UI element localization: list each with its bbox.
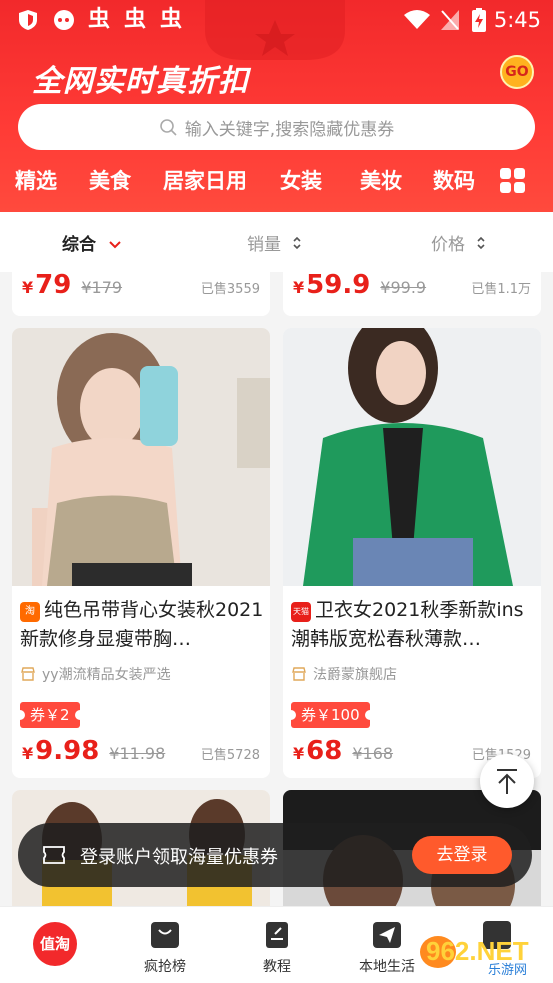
chat-icon	[54, 10, 74, 30]
sort-comprehensive[interactable]: 综合	[62, 230, 122, 255]
tab-home[interactable]: 值淘	[10, 907, 100, 983]
product-title-text: 纯色吊带背心女装秋2021新款修身显瘦带胸…	[20, 599, 264, 650]
category-tab[interactable]: 女装	[280, 163, 322, 199]
sort-label: 销量	[247, 235, 281, 255]
original-price: ¥99.9	[380, 278, 427, 297]
sort-bar: 综合 销量 价格	[0, 212, 553, 272]
tab-tutorial[interactable]: 教程	[232, 907, 322, 983]
sold-count: 已售5728	[200, 748, 260, 763]
banner-title: 全网实时真折扣	[32, 64, 249, 99]
document-icon	[266, 922, 288, 948]
product-title: 天猫 卫衣女2021秋季新款ins潮韩版宽松春秋薄款…	[291, 596, 535, 654]
search-bar[interactable]: 输入关键字,搜索隐藏优惠券	[18, 104, 535, 150]
shop-name: 法爵蒙旗舰店	[291, 664, 397, 684]
category-tab[interactable]: 数码	[433, 163, 475, 199]
sort-sales[interactable]: 销量	[247, 230, 302, 255]
price-row: ¥ 9.98 ¥11.98 已售5728	[22, 736, 260, 766]
battery-charging-icon	[472, 8, 486, 32]
bug-icon: 虫	[124, 7, 147, 32]
sort-updown-icon	[293, 236, 301, 250]
watermark-text: 962.NET	[426, 936, 529, 966]
watermark-logo: 962.NET 乐游网	[418, 928, 548, 978]
original-price: ¥11.98	[109, 744, 166, 763]
go-badge[interactable]: GO	[500, 55, 534, 89]
shield-icon	[19, 10, 37, 30]
currency-symbol: ¥	[22, 744, 34, 763]
product-image	[283, 328, 541, 586]
category-tabs: 精选 美食 居家日用 女装 美妆 数码	[0, 163, 553, 201]
status-bar: 虫 虫 虫 5:45	[0, 0, 553, 40]
currency-symbol: ¥	[293, 744, 305, 763]
taobao-badge-icon: 淘	[20, 602, 40, 622]
tmall-badge-icon: 天猫	[291, 602, 311, 622]
price: 68	[306, 736, 343, 766]
ticket-icon	[43, 846, 65, 864]
product-card[interactable]: ¥ 79 ¥179 已售3559	[12, 272, 270, 316]
tab-label: 教程	[263, 959, 291, 975]
sort-label: 价格	[431, 235, 465, 255]
bug-icon: 虫	[160, 7, 183, 32]
category-tab[interactable]: 美妆	[360, 163, 402, 199]
coupon-tag[interactable]: 券￥100	[286, 702, 375, 728]
back-to-top-button[interactable]	[480, 754, 534, 808]
price-row: ¥ 79 ¥179 已售3559	[22, 272, 260, 300]
home-logo: 值淘	[33, 922, 77, 966]
product-feed[interactable]: ¥ 79 ¥179 已售3559 ¥ 59.9 ¥99.9 已售1.1万 淘 纯…	[0, 272, 553, 906]
sort-label: 综合	[62, 235, 96, 255]
login-prompt: 登录账户领取海量优惠券	[80, 847, 278, 868]
currency-symbol: ¥	[22, 278, 34, 297]
shop-icon	[292, 667, 306, 681]
product-image	[12, 328, 270, 586]
category-tab[interactable]: 居家日用	[163, 163, 247, 199]
paper-plane-icon	[373, 922, 401, 948]
price: 9.98	[35, 736, 100, 766]
coupon-tag[interactable]: 券￥2	[15, 702, 85, 728]
login-button[interactable]: 去登录	[412, 836, 512, 874]
price: 59.9	[306, 272, 371, 300]
product-card[interactable]: ¥ 59.9 ¥99.9 已售1.1万	[283, 272, 541, 316]
product-card[interactable]: 天猫 卫衣女2021秋季新款ins潮韩版宽松春秋薄款… 法爵蒙旗舰店 券￥100 …	[283, 328, 541, 778]
all-categories-icon[interactable]	[500, 168, 526, 194]
search-placeholder: 输入关键字,搜索隐藏优惠券	[184, 119, 395, 140]
category-tab[interactable]: 精选	[15, 163, 57, 199]
shop-name-text: yy潮流精品女装严选	[42, 667, 171, 683]
shopping-bag-icon	[151, 922, 179, 948]
status-time: 5:45	[493, 8, 541, 32]
sold-count: 已售3559	[200, 282, 260, 297]
sort-price[interactable]: 价格	[431, 230, 486, 255]
shop-name: yy潮流精品女装严选	[20, 664, 171, 684]
product-card[interactable]: 淘纯色吊带背心女装秋2021新款修身显瘦带胸… yy潮流精品女装严选 券￥2 ¥…	[12, 328, 270, 778]
shop-icon	[21, 667, 35, 681]
wifi-icon	[404, 10, 430, 29]
original-price: ¥168	[352, 744, 394, 763]
product-title: 淘纯色吊带背心女装秋2021新款修身显瘦带胸…	[20, 596, 264, 654]
login-banner[interactable]: 登录账户领取海量优惠券 去登录	[18, 823, 532, 887]
chevron-down-icon	[109, 241, 121, 249]
tab-label: 疯抢榜	[144, 959, 186, 975]
header: 虫 虫 虫 5:45 全网实时真折扣 GO 输入关键字,搜索隐藏优惠券 精选 美…	[0, 0, 553, 212]
sold-count: 已售1.1万	[471, 282, 531, 297]
bug-icon: 虫	[88, 7, 111, 32]
original-price: ¥179	[81, 278, 123, 297]
no-signal-icon	[441, 10, 459, 30]
price-row: ¥ 59.9 ¥99.9 已售1.1万	[293, 272, 531, 300]
search-icon	[159, 119, 177, 136]
category-tab[interactable]: 美食	[89, 163, 131, 199]
product-title-text: 卫衣女2021秋季新款ins潮韩版宽松春秋薄款…	[291, 599, 524, 650]
tab-hot-rank[interactable]: 疯抢榜	[120, 907, 210, 983]
arrow-up-icon	[497, 769, 517, 794]
watermark-sub: 乐游网	[488, 963, 527, 978]
shop-name-text: 法爵蒙旗舰店	[313, 667, 397, 683]
currency-symbol: ¥	[293, 278, 305, 297]
price: 79	[35, 272, 72, 300]
sort-updown-icon	[477, 236, 485, 250]
